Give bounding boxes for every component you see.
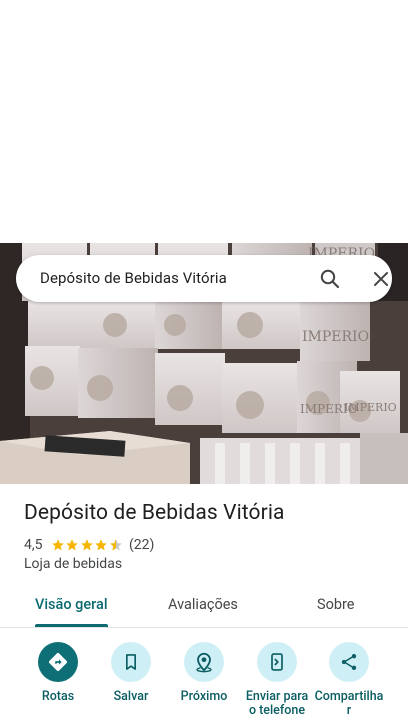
nearby-button[interactable]: Próximo [164, 640, 244, 704]
active-tab-indicator [35, 624, 108, 627]
star-half-icon [109, 539, 122, 551]
action-buttons: Rotas Salvar Próximo Enviar para o telef… [0, 640, 408, 726]
svg-text:IMPERIO: IMPERIO [344, 401, 397, 414]
place-category: Loja de bebidas [24, 556, 123, 572]
review-count: (22) [129, 537, 155, 553]
directions-button[interactable]: Rotas [18, 640, 98, 704]
send-to-phone-label: Enviar para o telefone [245, 689, 309, 718]
share-button[interactable]: Compartilhar [309, 640, 389, 718]
star-icon [80, 539, 93, 551]
rating-value: 4,5 [24, 537, 43, 553]
bookmark-icon [111, 642, 151, 682]
rating-row[interactable]: 4,5 (22) [24, 536, 154, 554]
tab-reviews[interactable]: Avaliações [168, 596, 238, 613]
directions-icon [38, 642, 78, 682]
send-to-phone-button[interactable]: Enviar para o telefone [237, 640, 317, 718]
share-label: Compartilhar [314, 689, 384, 718]
nearby-label: Próximo [180, 689, 228, 704]
tab-bar: Visão geral Avaliações Sobre [0, 588, 408, 628]
map-blank-area [0, 0, 408, 243]
svg-text:IMPERIO: IMPERIO [302, 329, 369, 345]
tab-overview[interactable]: Visão geral [35, 596, 108, 613]
close-icon[interactable] [369, 267, 393, 291]
save-label: Salvar [113, 689, 149, 704]
search-icon[interactable] [318, 267, 342, 291]
tab-about[interactable]: Sobre [317, 596, 355, 613]
share-icon [329, 642, 369, 682]
star-icon [51, 539, 64, 551]
directions-label: Rotas [41, 689, 75, 704]
star-rating [51, 538, 124, 552]
search-bar[interactable]: Depósito de Bebidas Vitória [16, 255, 392, 302]
search-query-text[interactable]: Depósito de Bebidas Vitória [40, 269, 227, 287]
send-to-phone-icon [257, 642, 297, 682]
save-button[interactable]: Salvar [91, 640, 171, 704]
nearby-icon [184, 642, 224, 682]
star-icon [95, 539, 107, 551]
place-title: Depósito de Bebidas Vitória [24, 501, 285, 525]
star-icon [66, 539, 78, 551]
